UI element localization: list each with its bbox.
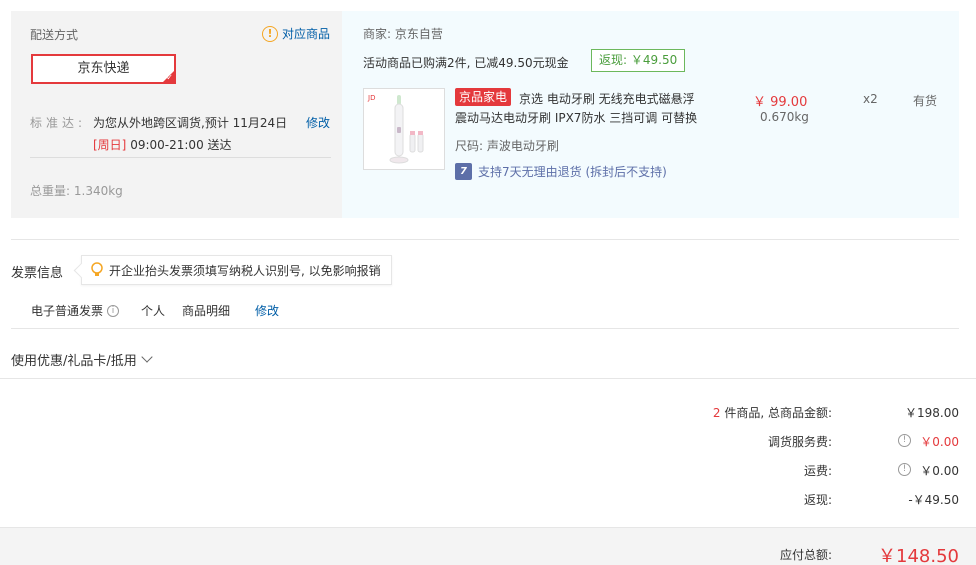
item-count: 2 [712, 406, 721, 420]
delivery-title: 配送方式 [30, 28, 79, 42]
rebate-value: -￥49.50 [908, 493, 959, 507]
svg-text:JD: JD [367, 94, 375, 102]
total-weight-value: 1.340kg [73, 184, 123, 198]
stock-status: 有货 [913, 94, 938, 108]
rebate-tag: 返现: ￥49.50 [591, 49, 686, 72]
corresponding-items-link[interactable]: ! 对应商品 [261, 25, 330, 42]
invoice-edit-link[interactable]: 修改 [255, 302, 279, 319]
promo-text: 活动商品已购满2件, 已减49.50元现金 [363, 56, 569, 70]
payable-value: ￥148.50 [878, 546, 959, 565]
payable-bar: 应付总额: ￥148.50 [0, 527, 976, 565]
product-name-line2[interactable]: 震动马达电动牙刷 IPX7防水 三挡可调 可替换 [455, 109, 699, 126]
items-total-label: 2 件商品, 总商品金额: [713, 404, 832, 421]
jd-express-option[interactable]: 京东快递 ✓ [31, 54, 176, 84]
product-price: ￥ 99.00 [753, 95, 808, 110]
rebate-label: 返现: [803, 493, 832, 507]
toothbrush-image: JD [364, 89, 444, 169]
invoice-person: 个人 [141, 304, 166, 318]
product-name-line1[interactable]: 京选 电动牙刷 无线充电式磁悬浮 [519, 90, 699, 107]
shipping-value: ￥0.00 [920, 464, 959, 478]
info-circle-icon[interactable]: ! [898, 434, 911, 447]
product-spec: 尺码: 声波电动牙刷 [455, 139, 559, 153]
shipping-label: 运费: [803, 464, 832, 478]
product-image[interactable]: JD [363, 88, 445, 170]
invoice-type-label: 电子普通发票 [31, 304, 104, 318]
warning-circle-icon: ! [261, 25, 278, 42]
delivery-weekday: [周日] [93, 138, 127, 152]
jd-express-label: 京东快递 [77, 61, 130, 76]
lightbulb-icon [90, 262, 104, 278]
coupon-label: 使用优惠/礼品卡/抵用 [11, 354, 137, 369]
chevron-down-icon [141, 351, 153, 363]
divider [11, 328, 959, 329]
corresponding-items-label: 对应商品 [281, 27, 330, 41]
delivery-time: 09:00-21:00 送达 [130, 138, 232, 152]
divider [0, 378, 976, 379]
delivery-panel: 配送方式 ! 对应商品 京东快递 ✓ 标准达: 为您从外地跨区调货,预计 11月… [11, 11, 342, 218]
product-weight: 0.670kg [760, 110, 809, 124]
invoice-tip-text: 开企业抬头发票须填写纳税人识别号, 以免影响报销 [109, 263, 381, 278]
merchant-name: 商家: 京东自营 [363, 27, 443, 41]
standard-delivery-label: 标准达: [30, 116, 87, 130]
delivery-time-window: [周日] 09:00-21:00 送达 [93, 136, 232, 153]
items-total-value: ￥198.00 [905, 406, 959, 420]
product-tag: 京品家电 [455, 88, 512, 106]
invoice-title: 发票信息 [11, 266, 64, 281]
total-weight-label: 总重量: [30, 184, 71, 198]
invoice-detail: 商品明细 [182, 304, 231, 318]
items-label: 件商品, 总商品金额: [720, 406, 832, 420]
seven-day-return-icon: 7 [455, 163, 472, 180]
info-circle-icon[interactable]: ! [898, 463, 911, 476]
invoice-type: 电子普通发票 i [31, 302, 120, 319]
return-policy: 7 支持7天无理由退货 (拆封后不支持) [455, 163, 667, 180]
divider [30, 157, 331, 158]
standard-delivery-text: 为您从外地跨区调货,预计 11月24日 [93, 116, 288, 130]
info-circle-icon[interactable]: i [107, 304, 120, 317]
delivery-edit-link[interactable]: 修改 [306, 114, 330, 131]
transfer-fee-label: 调货服务费: [767, 435, 832, 449]
payable-label: 应付总额: [779, 548, 832, 562]
shop-panel: 商家: 京东自营 活动商品已购满2件, 已减49.50元现金 返现: ￥49.5… [342, 11, 959, 218]
return-policy-text: 支持7天无理由退货 (拆封后不支持) [478, 165, 667, 179]
invoice-tip: 开企业抬头发票须填写纳税人识别号, 以免影响报销 [81, 255, 392, 285]
total-weight: 总重量: 1.340kg [30, 182, 123, 199]
transfer-fee-value: ￥0.00 [920, 435, 959, 449]
divider [11, 239, 959, 240]
product-quantity: x2 [863, 92, 878, 106]
coupon-toggle[interactable]: 使用优惠/礼品卡/抵用 [11, 350, 153, 369]
check-icon: ✓ [166, 73, 173, 82]
